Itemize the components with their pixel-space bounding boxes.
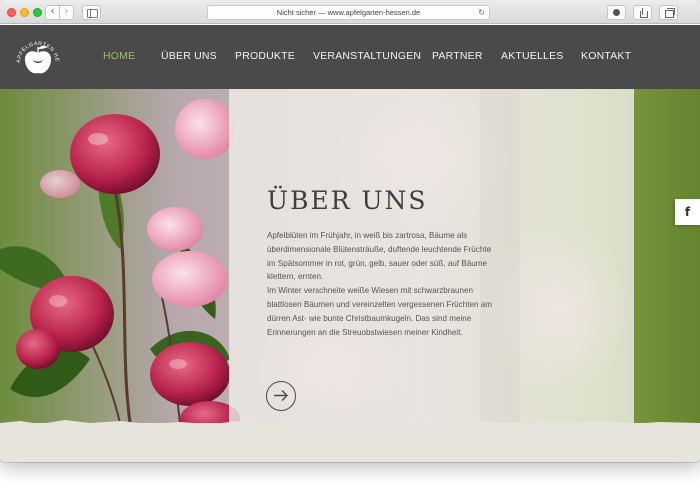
share-button[interactable]	[633, 5, 652, 20]
zoom-window-button[interactable]	[33, 8, 42, 17]
forward-button[interactable]: ›	[59, 5, 74, 20]
footer-strip	[0, 423, 700, 462]
close-window-button[interactable]	[7, 8, 16, 17]
tab-overview-button[interactable]	[659, 5, 678, 20]
browser-window: ‹ › Nicht sicher — www.apfelgarten-hesse…	[0, 0, 700, 462]
nav-item-veranstaltungen[interactable]: VERANSTALTUNGEN	[313, 50, 421, 62]
reload-icon[interactable]: ↻	[478, 6, 485, 19]
apple-logo-icon: APFELGARTEN HESSEN	[10, 29, 59, 74]
nav-item-ueber-uns[interactable]: ÜBER UNS	[161, 50, 217, 62]
nav-item-aktuelles[interactable]: AKTUELLES	[501, 50, 564, 62]
minimize-window-button[interactable]	[20, 8, 29, 17]
hero-section: ÜBER UNS Apfelblüten im Frühjahr, in wei…	[0, 89, 700, 423]
sidebar-toggle-button[interactable]	[82, 5, 101, 20]
nav-item-home[interactable]: HOME	[103, 50, 135, 62]
address-bar[interactable]: Nicht sicher — www.apfelgarten-hessen.de…	[207, 5, 490, 20]
arrow-right-icon	[274, 390, 288, 401]
downloads-button[interactable]	[607, 5, 626, 20]
browser-toolbar: ‹ › Nicht sicher — www.apfelgarten-hesse…	[0, 0, 700, 24]
apfelgarten-logo[interactable]: APFELGARTEN HESSEN	[10, 29, 64, 83]
about-text: Apfelblüten im Frühjahr, in weiß bis zar…	[267, 229, 499, 339]
about-panel: ÜBER UNS Apfelblüten im Frühjahr, in wei…	[229, 89, 634, 423]
facebook-icon[interactable]: f	[675, 199, 700, 225]
site-header: APFELGARTEN HESSEN HOME ÜBER UNS PRODUKT…	[0, 25, 700, 89]
nav-item-produkte[interactable]: PRODUKTE	[235, 50, 295, 62]
read-more-button[interactable]	[266, 381, 296, 411]
address-text: Nicht sicher — www.apfelgarten-hessen.de	[276, 8, 421, 17]
about-paragraph: Apfelblüten im Frühjahr, in weiß bis zar…	[267, 231, 492, 282]
back-button[interactable]: ‹	[45, 5, 60, 20]
nav-item-kontakt[interactable]: KONTAKT	[581, 50, 631, 62]
nav-item-partner[interactable]: PARTNER	[432, 50, 483, 62]
about-title: ÜBER UNS	[267, 186, 428, 215]
about-paragraph: Im Winter verschneite weiße Wiesen mit s…	[267, 286, 492, 337]
